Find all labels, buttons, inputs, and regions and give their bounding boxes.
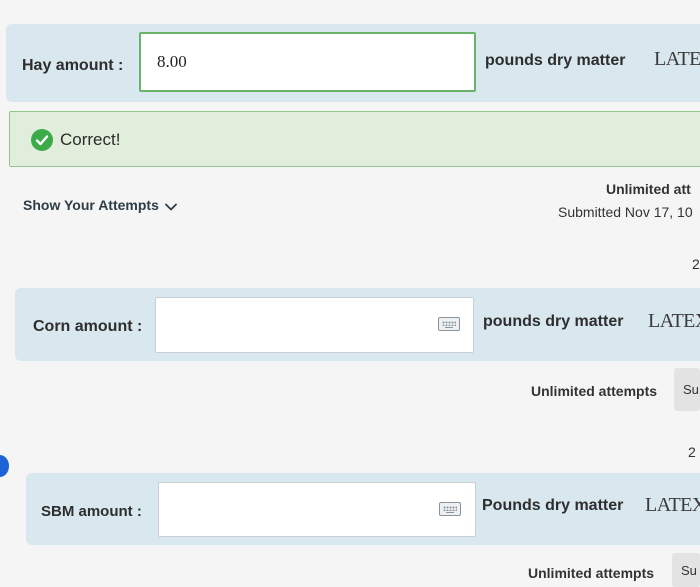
sbm-submit-button[interactable]: Su (672, 553, 700, 587)
sbm-attempts-status: Unlimited attempts (528, 565, 655, 581)
hay-amount-input[interactable]: 8.00 (139, 32, 476, 92)
sbm-units: Pounds dry matter (482, 497, 624, 514)
hay-label: Hay amount : (22, 57, 124, 74)
show-attempts-label: Show Your Attempts (23, 197, 159, 213)
sbm-label: SBM amount : (41, 503, 142, 520)
corn-attempts-status: Unlimited attempts (531, 383, 658, 399)
sbm-amount-input[interactable] (158, 482, 476, 537)
progress-marker-dot[interactable] (0, 455, 9, 477)
corn-label: Corn amount : (33, 318, 143, 335)
corn-units: pounds dry matter (483, 313, 624, 330)
sbm-latex-link[interactable]: LATEX (645, 494, 700, 517)
correct-message: Correct! (60, 130, 121, 149)
corn-points: 2 (688, 444, 696, 460)
hay-attempts-status: Unlimited att (606, 181, 691, 197)
hay-amount-value: 8.00 (157, 52, 187, 71)
hay-latex-link[interactable]: LATEX (654, 48, 700, 71)
show-attempts-toggle[interactable]: Show Your Attempts (23, 197, 177, 214)
hay-points: 2 (692, 256, 700, 272)
sbm-keyboard-icon[interactable] (439, 502, 461, 516)
corn-latex-link[interactable]: LATEX (648, 310, 700, 333)
corn-amount-input[interactable] (155, 297, 474, 353)
check-circle-icon (31, 129, 53, 151)
hay-submitted-time: Submitted Nov 17, 10 (558, 204, 693, 220)
corn-submit-button[interactable]: Su (674, 368, 700, 411)
corn-keyboard-icon[interactable] (438, 317, 460, 331)
corn-submit-label: Su (683, 382, 699, 397)
chevron-down-icon (164, 198, 177, 214)
hay-units: pounds dry matter (485, 52, 626, 69)
sbm-submit-label: Su (681, 562, 697, 578)
